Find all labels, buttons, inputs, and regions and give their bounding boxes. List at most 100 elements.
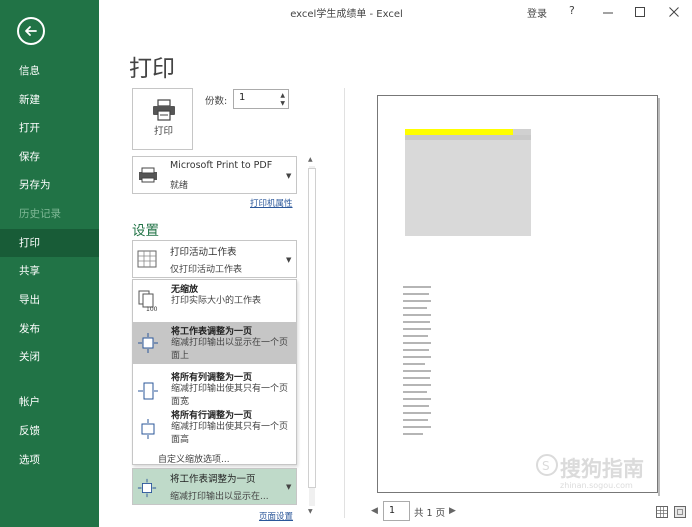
page-title: 打印: [129, 56, 175, 82]
next-page-icon[interactable]: ▶: [449, 506, 456, 516]
copies-stepper[interactable]: 1 ▲ ▼: [233, 89, 289, 109]
current-page: 1: [389, 505, 396, 516]
preview-line: [403, 335, 428, 337]
scaling-option-desc: 打印实际大小的工作表: [171, 296, 262, 306]
window-title: excel学生成绩单 - Excel: [290, 9, 403, 20]
scaling-options-list: 100 无缩放 打印实际大小的工作表 将工作表调整为一页 缩减打印输出以显示在一…: [132, 279, 297, 465]
page-shadow: [658, 98, 660, 496]
pane-divider: [344, 88, 345, 518]
copies-label: 份数:: [205, 96, 228, 107]
settings-heading: 设置: [132, 223, 159, 239]
scroll-down-icon[interactable]: ▼: [308, 508, 313, 515]
svg-text:100: 100: [146, 306, 158, 312]
chevron-down-icon: ▼: [286, 483, 292, 491]
back-button[interactable]: [17, 17, 45, 45]
sogou-logo-icon: S: [536, 454, 558, 476]
preview-table-body: [405, 140, 531, 236]
page-number-input[interactable]: 1: [383, 501, 410, 521]
close-icon[interactable]: [666, 4, 682, 20]
scroll-thumb[interactable]: [308, 168, 316, 488]
printer-status: 就绪: [170, 181, 189, 191]
nav-options[interactable]: 选项: [0, 446, 99, 474]
scaling-option-fit-rows[interactable]: 将所有行调整为一页 缩减打印输出使其只有一个页面高: [133, 406, 296, 448]
spin-up-icon[interactable]: ▲: [280, 92, 285, 99]
nav-open[interactable]: 打开: [0, 114, 99, 142]
page-total: 共 1 页: [414, 508, 446, 519]
nav-history: 历史记录: [19, 208, 61, 220]
copies-value: 1: [239, 92, 246, 103]
nav-info[interactable]: 信息: [0, 57, 99, 85]
nav-export[interactable]: 导出: [0, 286, 99, 314]
fit-sheet-icon: [138, 333, 158, 353]
minimize-icon[interactable]: [600, 4, 616, 20]
nav-feedback[interactable]: 反馈: [0, 417, 99, 445]
watermark-text: 搜狗指南: [560, 457, 644, 481]
preview-text-column: [403, 286, 433, 440]
login-link[interactable]: 登录: [527, 5, 547, 20]
printer-properties-link[interactable]: 打印机属性: [250, 197, 293, 209]
zoom-to-page-icon[interactable]: [674, 506, 686, 518]
sheet-grid-icon: [137, 250, 157, 268]
print-button[interactable]: 打印: [132, 88, 193, 150]
back-arrow-icon: [25, 26, 37, 36]
preview-line: [403, 370, 431, 372]
preview-line: [403, 391, 427, 393]
preview-line: [403, 377, 430, 379]
scroll-up-icon[interactable]: ▲: [308, 156, 313, 163]
nav-close[interactable]: 关闭: [0, 343, 99, 371]
scaling-option-no-scaling[interactable]: 100 无缩放 打印实际大小的工作表: [133, 280, 296, 322]
show-margins-icon[interactable]: [656, 506, 668, 518]
help-button[interactable]: ?: [569, 4, 575, 17]
nav-share[interactable]: 共享: [0, 257, 99, 285]
scaling-dropdown[interactable]: 将工作表调整为一页 缩减打印输出以显示在... ▼: [132, 468, 297, 505]
preview-line: [403, 363, 425, 365]
nav-save[interactable]: 保存: [0, 143, 99, 171]
page-setup-link[interactable]: 页面设置: [259, 510, 293, 522]
preview-line: [403, 307, 427, 309]
title-bar: excel学生成绩单 - Excel 登录 ?: [99, 0, 692, 26]
spin-down-icon[interactable]: ▼: [280, 100, 285, 107]
scaling-option-desc: 缩减打印输出以显示在一个页面上: [171, 338, 289, 361]
preview-line: [403, 321, 430, 323]
preview-line: [403, 293, 429, 295]
scaling-option-title: 将所有行调整为一页: [171, 411, 253, 421]
print-button-label: 打印: [153, 126, 173, 137]
print-what-dropdown[interactable]: 打印活动工作表 仅打印活动工作表 ▼: [132, 240, 297, 278]
scaling-option-fit-columns[interactable]: 将所有列调整为一页 缩减打印输出使其只有一个页面宽: [133, 368, 296, 410]
nav-new[interactable]: 新建: [0, 86, 99, 114]
maximize-icon[interactable]: [632, 4, 648, 20]
custom-scaling-link[interactable]: 自定义缩放选项...: [158, 452, 230, 465]
preview-line: [403, 300, 431, 302]
sogou-watermark: S 搜狗指南 zhinan.sogou.com: [535, 443, 675, 503]
scaling-selected-title: 将工作表调整为一页: [170, 474, 256, 485]
fit-rows-icon: [141, 419, 155, 439]
scaling-selected-subtitle: 缩减打印输出以显示在...: [170, 492, 269, 502]
nav-account[interactable]: 帐户: [0, 388, 99, 416]
settings-scrollbar[interactable]: ▲ ▼: [307, 156, 317, 516]
backstage-sidebar: 信息 新建 打开 保存 另存为 历史记录 打印 共享 导出 发布 关闭 帐户 反…: [0, 0, 99, 527]
printer-name: Microsoft Print to PDF: [170, 160, 273, 171]
preview-line: [403, 356, 431, 358]
nav-save-as[interactable]: 另存为: [0, 171, 99, 199]
preview-line: [403, 419, 428, 421]
preview-line: [403, 398, 431, 400]
prev-page-icon[interactable]: ◀: [371, 506, 378, 516]
preview-line: [403, 314, 431, 316]
print-what-title: 打印活动工作表: [170, 247, 237, 258]
fit-sheet-icon: [137, 478, 157, 498]
nav-publish[interactable]: 发布: [0, 315, 99, 343]
scaling-option-title: 将工作表调整为一页: [171, 327, 253, 337]
preview-line: [403, 328, 431, 330]
svg-text:S: S: [542, 459, 550, 473]
printer-dropdown[interactable]: Microsoft Print to PDF 就绪 ▼: [132, 156, 297, 194]
preview-table: [405, 129, 531, 236]
preview-line: [403, 384, 431, 386]
scaling-option-title: 将所有列调整为一页: [171, 373, 253, 383]
preview-line: [403, 342, 431, 344]
no-scaling-icon: 100: [138, 290, 158, 312]
scaling-option-title: 无缩放: [171, 285, 199, 295]
nav-print[interactable]: 打印: [0, 229, 99, 257]
scaling-option-fit-sheet[interactable]: 将工作表调整为一页 缩减打印输出以显示在一个页面上: [133, 322, 296, 364]
preview-line: [403, 405, 429, 407]
printer-icon: [153, 99, 175, 121]
